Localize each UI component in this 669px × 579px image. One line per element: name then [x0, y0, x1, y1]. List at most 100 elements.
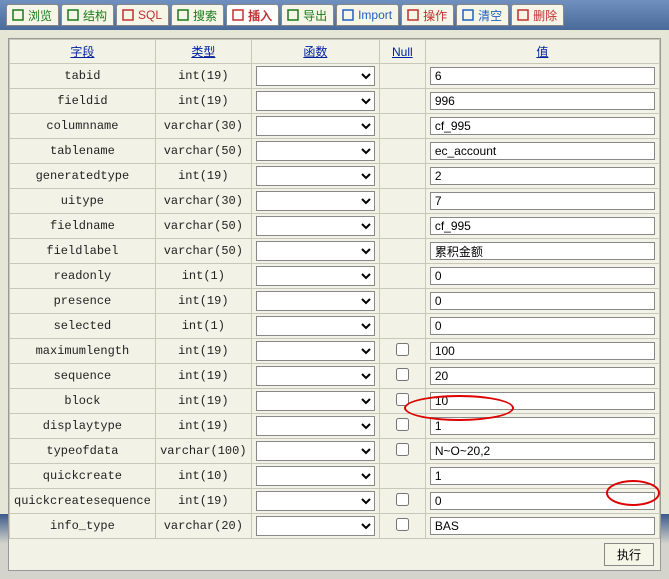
value-input[interactable]: [430, 417, 655, 435]
drop-icon: [516, 8, 530, 22]
value-input[interactable]: [430, 467, 655, 485]
field-name: fieldname: [10, 214, 156, 239]
value-input[interactable]: [430, 192, 655, 210]
function-select[interactable]: [256, 416, 375, 436]
null-checkbox[interactable]: [396, 368, 409, 381]
table-row: quickcreatesequenceint(19): [10, 489, 660, 514]
field-type: int(19): [155, 289, 251, 314]
function-select[interactable]: [256, 366, 375, 386]
value-input[interactable]: [430, 317, 655, 335]
tab-label: 结构: [83, 7, 107, 24]
function-select[interactable]: [256, 241, 375, 261]
value-input[interactable]: [430, 67, 655, 85]
execute-button[interactable]: 执行: [604, 543, 654, 566]
value-input[interactable]: [430, 367, 655, 385]
function-select[interactable]: [256, 391, 375, 411]
field-name: readonly: [10, 264, 156, 289]
value-input[interactable]: [430, 142, 655, 160]
null-checkbox[interactable]: [396, 393, 409, 406]
tab-label: 搜索: [193, 7, 217, 24]
tab-sql[interactable]: SQL: [116, 4, 169, 26]
table-row: sequenceint(19): [10, 364, 660, 389]
null-checkbox[interactable]: [396, 343, 409, 356]
header-field[interactable]: 字段: [10, 40, 156, 64]
function-select[interactable]: [256, 66, 375, 86]
field-name: info_type: [10, 514, 156, 539]
table-row: fieldidint(19): [10, 89, 660, 114]
function-select[interactable]: [256, 266, 375, 286]
value-input[interactable]: [430, 167, 655, 185]
field-name: block: [10, 389, 156, 414]
null-checkbox[interactable]: [396, 418, 409, 431]
value-input[interactable]: [430, 117, 655, 135]
field-name: sequence: [10, 364, 156, 389]
tab-browse[interactable]: 浏览: [6, 4, 59, 26]
value-input[interactable]: [430, 517, 655, 535]
field-type: int(19): [155, 89, 251, 114]
function-select[interactable]: [256, 291, 375, 311]
null-checkbox[interactable]: [396, 493, 409, 506]
value-input[interactable]: [430, 217, 655, 235]
value-input[interactable]: [430, 242, 655, 260]
function-select[interactable]: [256, 91, 375, 111]
field-type: varchar(20): [155, 514, 251, 539]
function-select[interactable]: [256, 466, 375, 486]
value-input[interactable]: [430, 92, 655, 110]
tab-empty[interactable]: 清空: [456, 4, 509, 26]
function-select[interactable]: [256, 316, 375, 336]
table-row: fieldlabelvarchar(50): [10, 239, 660, 264]
value-input[interactable]: [430, 267, 655, 285]
field-name: tabid: [10, 64, 156, 89]
field-type: int(19): [155, 339, 251, 364]
field-name: fieldlabel: [10, 239, 156, 264]
table-row: displaytypeint(19): [10, 414, 660, 439]
field-name: columnname: [10, 114, 156, 139]
function-select[interactable]: [256, 491, 375, 511]
tab-structure[interactable]: 结构: [61, 4, 114, 26]
field-type: varchar(50): [155, 239, 251, 264]
table-row: columnnamevarchar(30): [10, 114, 660, 139]
field-type: int(19): [155, 164, 251, 189]
null-checkbox[interactable]: [396, 518, 409, 531]
tab-search[interactable]: 搜索: [171, 4, 224, 26]
field-name: maximumlength: [10, 339, 156, 364]
function-select[interactable]: [256, 141, 375, 161]
header-value[interactable]: 值: [425, 40, 659, 64]
field-name: quickcreate: [10, 464, 156, 489]
value-input[interactable]: [430, 442, 655, 460]
tab-label: 导出: [303, 7, 327, 24]
field-type: int(10): [155, 464, 251, 489]
field-type: int(19): [155, 489, 251, 514]
value-input[interactable]: [430, 292, 655, 310]
sql-icon: [121, 8, 135, 22]
field-type: int(1): [155, 314, 251, 339]
header-function[interactable]: 函数: [251, 40, 379, 64]
function-select[interactable]: [256, 116, 375, 136]
tab-insert[interactable]: 插入: [226, 4, 279, 26]
field-type: varchar(50): [155, 139, 251, 164]
header-type[interactable]: 类型: [155, 40, 251, 64]
function-select[interactable]: [256, 191, 375, 211]
function-select[interactable]: [256, 216, 375, 236]
null-checkbox[interactable]: [396, 443, 409, 456]
table-row: maximumlengthint(19): [10, 339, 660, 364]
value-input[interactable]: [430, 342, 655, 360]
function-select[interactable]: [256, 166, 375, 186]
field-name: typeofdata: [10, 439, 156, 464]
tab-operations[interactable]: 操作: [401, 4, 454, 26]
tab-drop[interactable]: 删除: [511, 4, 564, 26]
function-select[interactable]: [256, 516, 375, 536]
field-type: varchar(100): [155, 439, 251, 464]
function-select[interactable]: [256, 441, 375, 461]
tab-import[interactable]: Import: [336, 4, 399, 26]
field-name: fieldid: [10, 89, 156, 114]
value-input[interactable]: [430, 492, 655, 510]
field-name: generatedtype: [10, 164, 156, 189]
header-null[interactable]: Null: [379, 40, 425, 64]
table-row: readonlyint(1): [10, 264, 660, 289]
value-input[interactable]: [430, 392, 655, 410]
tab-export[interactable]: 导出: [281, 4, 334, 26]
tab-label: 插入: [248, 7, 272, 24]
insert-icon: [231, 8, 245, 22]
function-select[interactable]: [256, 341, 375, 361]
